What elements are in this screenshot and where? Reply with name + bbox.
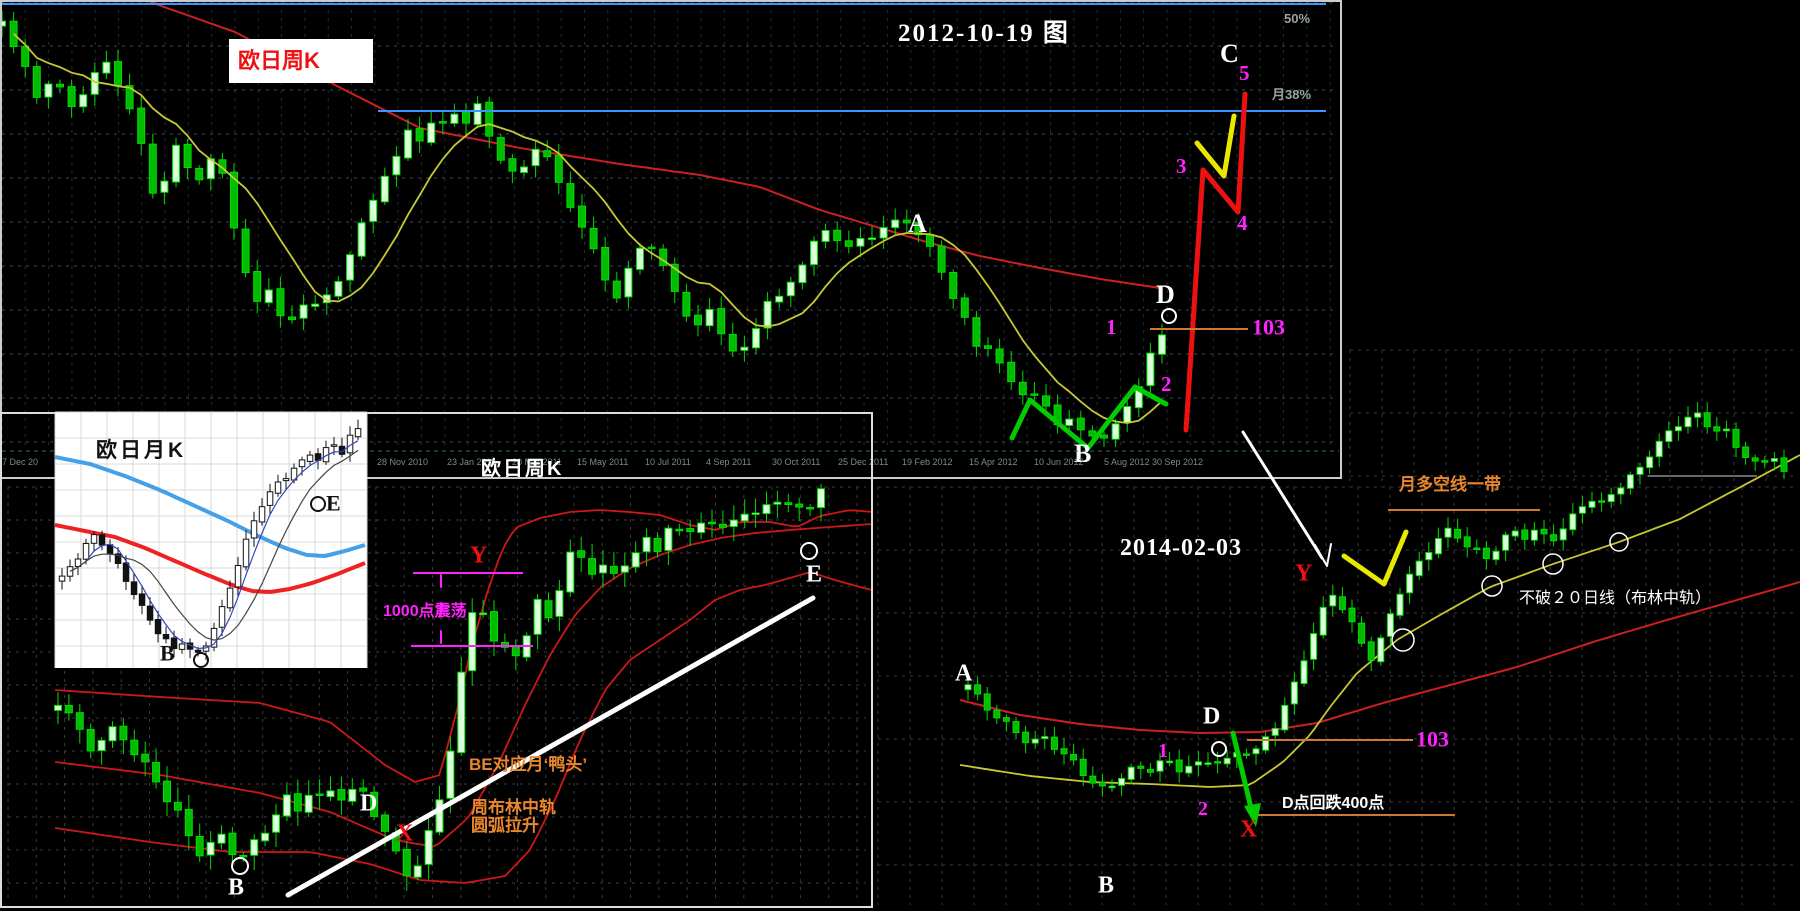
annotation-X: X bbox=[1240, 816, 1258, 842]
inset-title: 欧日月K bbox=[96, 439, 187, 462]
annotation-B: B bbox=[160, 641, 175, 666]
annotation-50%: 50% bbox=[1284, 11, 1310, 26]
x-axis-date: 7 Dec 20 bbox=[2, 457, 38, 467]
annotation-月38%: 月38% bbox=[1271, 87, 1311, 102]
annotation-4: 4 bbox=[1237, 211, 1248, 235]
be-duck-label: BE对应月‘鸭头’ bbox=[469, 755, 588, 774]
x-axis-date: 15 Apr 2012 bbox=[969, 457, 1018, 467]
daily2014-date-label: 2014-02-03 bbox=[1120, 535, 1242, 561]
weekly2012-title: 欧日周K bbox=[238, 48, 320, 74]
x-axis-date: 30 Sep 2012 bbox=[1152, 457, 1203, 467]
boll-mid-label: 周布林中轨 bbox=[471, 798, 556, 817]
duokong-label: 月多空线一带 bbox=[1399, 475, 1501, 494]
arc-rise-label: 圆弧拉升 bbox=[471, 816, 539, 835]
huidie-label: D点回跌400点 bbox=[1282, 795, 1385, 812]
chart-montage-root: 50% 月38% A B C D 1 2 3 4 5 103 7 Dec 20 28 Nov 2010 2 3… bbox=[0, 0, 1800, 911]
annotation-D: D bbox=[360, 790, 377, 816]
x-axis-date: 10 Jul 2011 bbox=[645, 457, 691, 467]
weekly2012-date-label: 2012-10-19 图 bbox=[898, 20, 1070, 47]
annotation-C: C bbox=[1220, 39, 1239, 68]
weekly-2012-chart: 50%月38%ABCD123451037 Dec 20 28 Nov 2010 23… bbox=[0, 0, 1342, 479]
charts-canvas: 50% 月38% A B C D 1 2 3 4 5 103 7 Dec 20 28 Nov 2010 2 3… bbox=[0, 0, 1800, 908]
x-axis-date: 5 Aug 2012 bbox=[1104, 457, 1150, 467]
x-axis-date: 4 Sep 2011 bbox=[706, 457, 751, 467]
annotation-1: 1 bbox=[1106, 315, 1117, 339]
annotation-E: E bbox=[806, 561, 822, 587]
annotation-Y: Y bbox=[470, 542, 487, 568]
x-axis-date: 30 Oct 2011 bbox=[772, 457, 820, 467]
osc-range-label: 1000点震荡 bbox=[383, 603, 467, 620]
annotation-D: D bbox=[1203, 703, 1220, 729]
annotation-103: 103 bbox=[1416, 727, 1449, 752]
annotation-3: 3 bbox=[1176, 154, 1187, 178]
annotation-2: 2 bbox=[1161, 372, 1172, 396]
annotation-B: B bbox=[1098, 872, 1114, 898]
x-axis-date: 19 Feb 2012 bbox=[902, 457, 953, 467]
annotation-Y: Y bbox=[1295, 560, 1312, 586]
x-axis-date: 15 May 2011 bbox=[577, 457, 628, 467]
x-axis-date: 10 Jun 2012 bbox=[1034, 457, 1084, 467]
weekly2012-title-box: 欧日周K bbox=[229, 39, 373, 83]
annotation-A: A bbox=[908, 209, 927, 238]
annotation-1: 1 bbox=[1158, 740, 1168, 762]
weekly-2012-chart-candles bbox=[0, 10, 1166, 447]
annotation-X: X bbox=[396, 820, 414, 846]
x-axis-date: 28 Nov 2010 bbox=[377, 457, 428, 467]
annotation-E: E bbox=[326, 491, 341, 516]
annotation-2: 2 bbox=[1198, 798, 1208, 820]
annotation-B: B bbox=[228, 874, 244, 900]
annotation-5: 5 bbox=[1239, 61, 1250, 85]
bupo-label: 不破２０日线（布林中轨） bbox=[1519, 590, 1712, 607]
annotation-A: A bbox=[955, 660, 973, 686]
x-axis-date: 25 Dec 2011 bbox=[838, 457, 888, 467]
annotation-103: 103 bbox=[1252, 315, 1285, 340]
mid-weekly-title: 欧日周K bbox=[481, 458, 564, 480]
annotation-D: D bbox=[1156, 280, 1175, 309]
